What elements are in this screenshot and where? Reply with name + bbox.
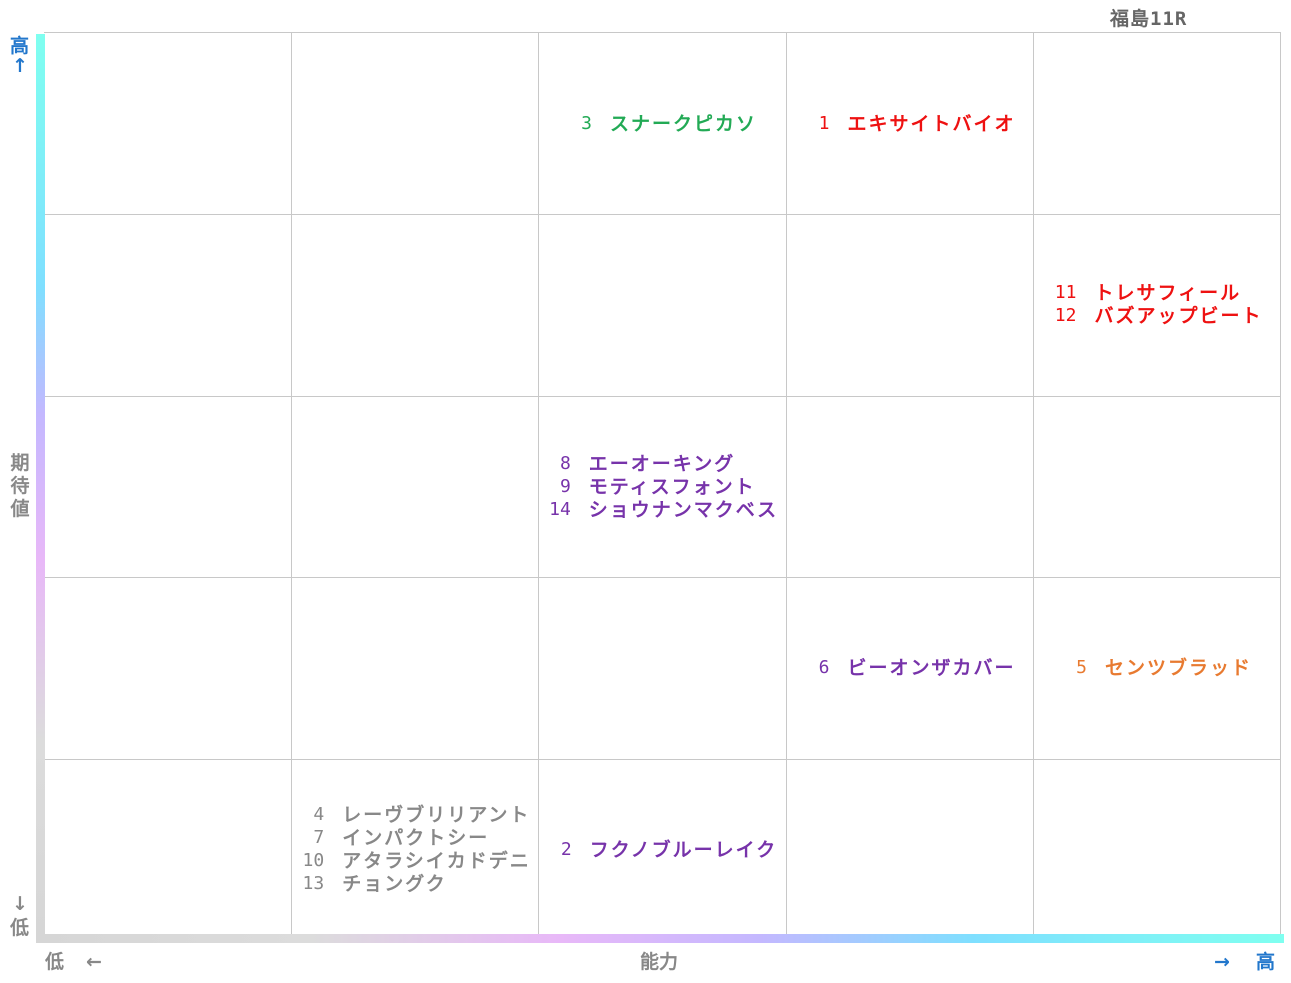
horse-name: チョングク — [342, 873, 447, 895]
horse-name: エキサイトバイオ — [847, 112, 1016, 135]
horse-entry: 14 ショウナンマクベス — [545, 499, 778, 521]
horse-entry: 8 エーオーキング — [545, 453, 735, 475]
y-axis-title-char: 期 — [10, 452, 30, 474]
grid-cell: 4 レーヴブリリアント 7 インパクトシー 10 アタラシイカドデニ 13 チョングク — [291, 759, 538, 940]
horse-entry: 13 チョングク — [298, 873, 447, 895]
y-axis-high-label: 高 — [10, 35, 30, 57]
horse-entry: 10 アタラシイカドデニ — [298, 850, 531, 872]
horse-number: 4 — [313, 804, 325, 825]
x-axis-high-label: 高 — [1256, 951, 1276, 973]
entry-list: 6 ビーオンザカバー — [803, 657, 1015, 679]
y-axis-title-char: 値 — [10, 498, 30, 520]
y-axis-bar — [36, 34, 45, 940]
entry-list: 4 レーヴブリリアント 7 インパクトシー 10 アタラシイカドデニ 13 チョングク — [298, 804, 531, 895]
grid-vline — [1033, 33, 1034, 940]
grid-cell: 2 フクノブルーレイク — [538, 759, 785, 940]
horse-entry: 11 トレサフィール — [1050, 282, 1241, 304]
horse-entry: 1 エキサイトバイオ — [803, 113, 1015, 135]
horse-name: ショウナンマクベス — [588, 498, 779, 521]
entry-list: 1 エキサイトバイオ — [803, 113, 1015, 135]
x-axis-bar — [36, 934, 1284, 943]
horse-entry: 4 レーヴブリリアント — [298, 804, 530, 826]
y-axis-title: 期 待 値 — [9, 452, 31, 521]
grid-cell: 3 スナークピカソ — [538, 33, 785, 214]
horse-name: ビーオンザカバー — [847, 656, 1016, 679]
horse-name: バズアップビート — [1094, 305, 1263, 327]
grid-cell: 11 トレサフィール 12 バズアップビート — [1033, 214, 1280, 395]
grid-cell: 8 エーオーキング 9 モティスフォント 14 ショウナンマクベス — [538, 396, 785, 577]
horse-name: レーヴブリリアント — [342, 804, 531, 826]
horse-entry: 3 スナークピカソ — [566, 113, 757, 135]
horse-name: フクノブルーレイク — [589, 838, 778, 861]
horse-name: センツブラッド — [1104, 656, 1252, 679]
horse-number: 9 — [559, 475, 571, 497]
entry-list: 2 フクノブルーレイク — [546, 839, 777, 861]
horse-entry: 7 インパクトシー — [298, 827, 489, 849]
horse-number: 2 — [560, 838, 572, 860]
horse-entry: 2 フクノブルーレイク — [546, 839, 777, 861]
x-axis-title: 能力 — [640, 951, 679, 973]
y-axis-low-label: 低 — [10, 917, 30, 939]
horse-entry: 6 ビーオンザカバー — [803, 657, 1015, 679]
horse-name: アタラシイカドデニ — [342, 850, 531, 872]
horse-number: 14 — [549, 498, 571, 520]
horse-number: 6 — [818, 656, 830, 678]
horse-entry: 12 バズアップビート — [1050, 305, 1262, 327]
horse-number: 7 — [313, 827, 325, 848]
arrow-right-icon: → — [1214, 951, 1230, 973]
horse-name: トレサフィール — [1094, 282, 1242, 304]
horse-number: 3 — [581, 112, 592, 134]
horse-number: 12 — [1054, 305, 1077, 326]
x-axis-low-label: 低 — [45, 951, 65, 973]
horse-number: 5 — [1076, 656, 1087, 678]
horse-name: スナークピカソ — [609, 112, 757, 135]
horse-number: 1 — [818, 112, 830, 134]
horse-entry: 5 センツブラッド — [1061, 657, 1252, 679]
horse-number: 13 — [302, 873, 325, 894]
horse-name: エーオーキング — [588, 452, 736, 475]
arrow-up-icon: ↑ — [12, 55, 28, 77]
grid-cell: 1 エキサイトバイオ — [786, 33, 1033, 214]
chart-grid: 3 スナークピカソ 1 エキサイトバイオ 11 トレサフィール 12 バズアップビート 8 エーオ… — [44, 32, 1281, 940]
y-axis-title-char: 待 — [10, 475, 30, 497]
arrow-down-icon: ↓ — [12, 893, 28, 915]
horse-number: 10 — [302, 850, 325, 871]
horse-name: インパクトシー — [342, 827, 490, 849]
arrow-left-icon: ← — [86, 951, 102, 973]
horse-name: モティスフォント — [588, 475, 756, 498]
horse-number: 11 — [1054, 282, 1077, 303]
horse-entry: 9 モティスフォント — [545, 476, 756, 498]
entry-list: 11 トレサフィール 12 バズアップビート — [1050, 282, 1262, 327]
grid-cell: 5 センツブラッド — [1033, 577, 1280, 758]
race-title: 福島11R — [1110, 8, 1188, 30]
entry-list: 5 センツブラッド — [1061, 657, 1252, 679]
grid-cell: 6 ビーオンザカバー — [786, 577, 1033, 758]
horse-number: 8 — [559, 452, 571, 474]
entry-list: 3 スナークピカソ — [566, 113, 757, 135]
entry-list: 8 エーオーキング 9 モティスフォント 14 ショウナンマクベス — [545, 453, 778, 521]
